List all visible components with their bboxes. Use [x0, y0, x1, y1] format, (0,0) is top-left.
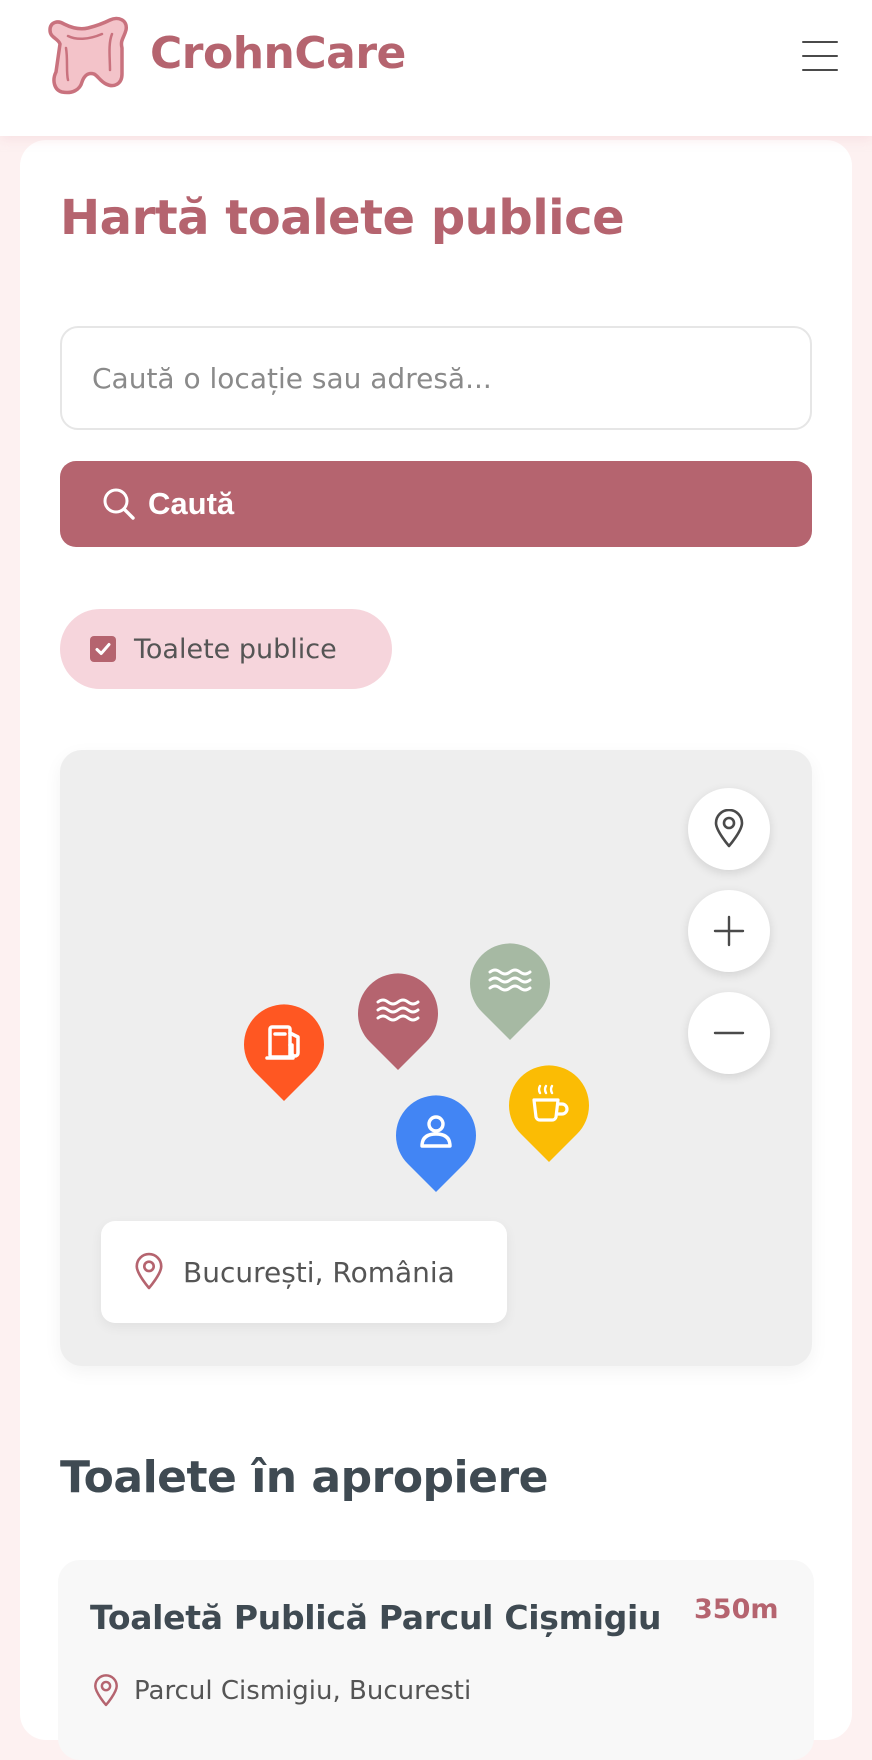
location-pin-icon [94, 1674, 118, 1707]
intestine-icon[interactable] [44, 14, 134, 104]
map-marker-waves-red[interactable] [356, 972, 440, 1072]
nearby-section-title: Toalete în apropiere [60, 1452, 549, 1503]
map-marker-person[interactable] [394, 1094, 478, 1194]
locate-icon [714, 809, 744, 848]
filter-label: Toalete publice [134, 633, 337, 665]
location-pin-icon [135, 1252, 163, 1290]
zoom-in-icon [713, 915, 745, 947]
map-view[interactable]: București, România [60, 750, 812, 1366]
toilet-name: Toaletă Publică Parcul Cișmigiu [90, 1598, 662, 1637]
search-button-label: Caută [148, 486, 235, 521]
toilet-list-item[interactable]: Toaletă Publică Parcul Cișmigiu 350m Par… [58, 1560, 814, 1760]
locate-button[interactable] [688, 788, 770, 870]
zoom-in-button[interactable] [688, 890, 770, 972]
brand-name[interactable]: CrohnCare [150, 28, 406, 79]
check-icon [95, 643, 111, 655]
toilet-address-row: Parcul Cismigiu, Bucuresti [92, 1674, 471, 1708]
search-input[interactable] [60, 326, 812, 430]
current-location-text: București, România [183, 1255, 455, 1289]
checkbox-checked[interactable] [90, 636, 116, 662]
search-icon [103, 488, 135, 520]
toilet-address: Parcul Cismigiu, Bucuresti [134, 1676, 472, 1706]
filter-public-toilets[interactable]: Toalete publice [60, 609, 392, 689]
map-marker-gas-station[interactable] [242, 1003, 326, 1103]
map-marker-coffee[interactable] [507, 1064, 591, 1164]
map-marker-waves-green[interactable] [468, 942, 552, 1042]
hamburger-menu-icon[interactable] [800, 38, 840, 74]
zoom-out-icon [713, 1031, 745, 1035]
page-title: Hartă toalete publice [60, 190, 625, 246]
search-button[interactable]: Caută [60, 461, 812, 547]
main-card: Hartă toalete publice Caută Toalete publ… [20, 140, 852, 1760]
zoom-out-button[interactable] [688, 992, 770, 1074]
current-location-box[interactable]: București, România [101, 1221, 507, 1323]
app-header: CrohnCare [0, 0, 872, 136]
toilet-distance: 350m [694, 1594, 779, 1625]
